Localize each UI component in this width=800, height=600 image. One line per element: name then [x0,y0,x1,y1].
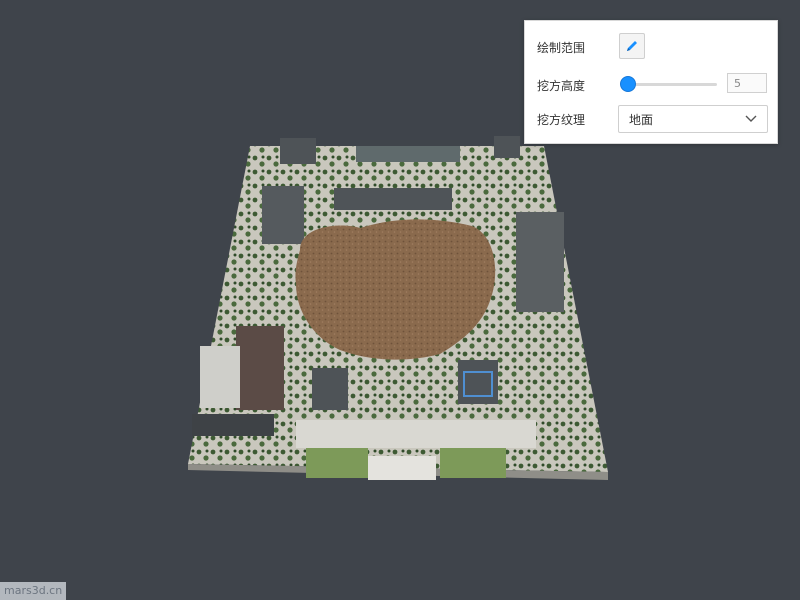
south-lawn-west [306,448,368,478]
draw-range-label: 绘制范围 [537,40,586,55]
watermark: mars3d.cn [0,582,67,600]
south-lawn-east [440,448,506,478]
south-plaza [296,420,536,448]
texture-label: 挖方纹理 [537,112,586,127]
building-nw [280,138,316,164]
texture-select[interactable]: 地面 [618,105,768,133]
building-ne [494,136,520,158]
pencil-icon [627,41,637,51]
slider-thumb[interactable] [621,77,635,91]
building-west-hall [262,186,304,244]
height-row: 挖方高度 [537,71,617,99]
height-label: 挖方高度 [537,78,586,93]
texture-select-value: 地面 [629,112,654,127]
excavation-panel: 绘制范围 挖方高度 挖方纹理 地面 [524,20,778,144]
chevron-down-icon [745,115,757,122]
building-inner-north [334,188,452,210]
draw-row: 绘制范围 [537,33,617,61]
building-south-west [312,368,348,410]
draw-range-button[interactable] [619,33,645,59]
height-input[interactable] [727,73,767,93]
texture-row: 挖方纹理 [537,105,617,133]
south-gate [368,456,436,480]
slider-track [621,83,717,86]
building-sw-plaza [200,346,240,408]
building-east-row [516,212,564,312]
height-slider[interactable] [621,74,717,94]
building-north [356,146,460,162]
south-wall [192,414,274,436]
building-sw-hall [236,326,284,410]
